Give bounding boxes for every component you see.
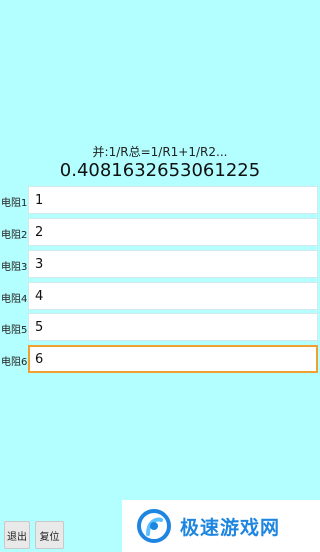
resistor-input-4[interactable] <box>28 282 318 310</box>
resistor-row-3: 电阻3: <box>0 250 320 278</box>
result-value: 0.4081632653061225 <box>59 160 261 181</box>
resistor-label-4: 电阻4: <box>1 294 31 305</box>
resistor-label-1: 电阻1: <box>1 198 31 209</box>
reset-button[interactable]: 复位 <box>35 521 64 549</box>
resistor-label-5: 电阻5: <box>1 325 31 336</box>
resistor-label-6: 电阻6: <box>1 357 31 368</box>
resistor-row-4: 电阻4: <box>0 282 320 310</box>
resistor-input-6[interactable] <box>28 345 318 373</box>
resistor-row-1: 电阻1: <box>0 186 320 214</box>
resistor-input-2[interactable] <box>28 218 318 246</box>
formula-text: 并:1/R总=1/R1+1/R2... <box>92 145 228 159</box>
swirl-logo-icon <box>136 508 172 544</box>
resistor-row-5: 电阻5: <box>0 313 320 341</box>
resistor-input-5[interactable] <box>28 313 318 341</box>
exit-button[interactable]: 退出 <box>4 521 30 549</box>
site-watermark: 极速游戏网 <box>122 500 320 552</box>
resistor-input-1[interactable] <box>28 186 318 214</box>
resistor-label-2: 电阻2: <box>1 230 31 241</box>
resistor-row-2: 电阻2: <box>0 218 320 246</box>
watermark-text: 极速游戏网 <box>180 516 281 539</box>
resistor-label-3: 电阻3: <box>1 262 31 273</box>
resistor-input-3[interactable] <box>28 250 318 278</box>
resistor-row-6: 电阻6: <box>0 345 320 373</box>
